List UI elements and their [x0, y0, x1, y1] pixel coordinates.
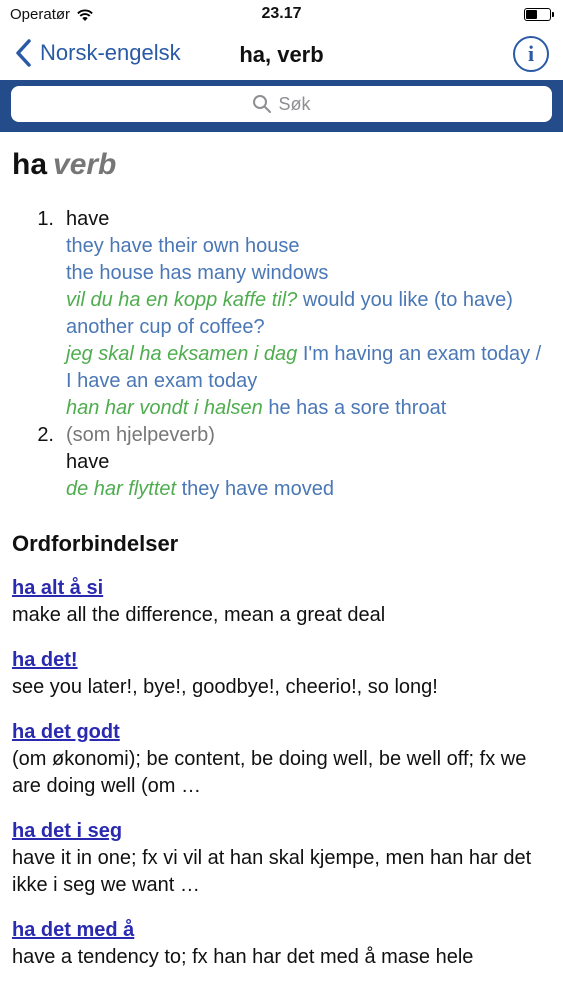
search-input[interactable]: Søk	[11, 86, 552, 122]
example-target: he has a sore throat	[268, 397, 447, 419]
part-of-speech: verb	[53, 148, 117, 181]
status-time: 23.17	[261, 5, 302, 22]
phrase-definition: have it in one; fx vi vil at han skal kj…	[12, 847, 532, 896]
phrase-definition: have a tendency to; fx han har det med å…	[12, 946, 474, 968]
example: they have their own house	[66, 233, 551, 260]
chevron-left-icon	[16, 39, 31, 67]
sense-translation: have	[66, 451, 110, 473]
phrases-section-title: Ordforbindelser	[12, 531, 179, 556]
phrase-item: ha det godt (om økonomi); be content, be…	[12, 719, 551, 800]
phrase-link[interactable]: ha det godt	[12, 719, 120, 746]
phrase-item: ha det med å have a tendency to; fx han …	[12, 917, 551, 971]
phrase-link[interactable]: ha det med å	[12, 917, 134, 944]
example-source: han har vondt i halsen	[66, 397, 263, 419]
phrases-list: ha alt å si make all the difference, mea…	[12, 575, 551, 971]
example: vil du ha en kopp kaffe til? would you l…	[66, 287, 551, 341]
search-icon	[253, 95, 272, 113]
phrase-definition: see you later!, bye!, goodbye!, cheerio!…	[12, 676, 438, 698]
example: han har vondt i halsen he has a sore thr…	[66, 395, 551, 422]
sense-item: 1. have they have their own house the ho…	[12, 206, 551, 422]
battery-icon	[524, 8, 554, 21]
sense-translation: have	[66, 208, 110, 230]
headword: ha verb	[12, 148, 551, 182]
phrase-definition: (om økonomi); be content, be doing well,…	[12, 748, 527, 797]
example-source: vil du ha en kopp kaffe til?	[66, 289, 298, 311]
sense-body: (som hjelpeverb) have de har flyttet the…	[66, 422, 551, 503]
senses-list: 1. have they have their own house the ho…	[12, 206, 551, 503]
nav-bar: Norsk-engelsk ha, verb i	[0, 30, 563, 80]
phrase-item: ha alt å si make all the difference, mea…	[12, 575, 551, 629]
phrase-link[interactable]: ha det!	[12, 647, 78, 674]
search-band: Søk	[0, 80, 563, 132]
entry-content: ha verb 1. have they have their own house…	[0, 132, 563, 971]
back-button[interactable]: Norsk-engelsk	[14, 38, 181, 68]
phrase-link[interactable]: ha det i seg	[12, 818, 122, 845]
status-bar: Operatør 23.17	[0, 0, 563, 30]
battery-indicator	[524, 8, 554, 21]
phrase-link[interactable]: ha alt å si	[12, 575, 103, 602]
example-target: they have moved	[181, 478, 334, 500]
info-button[interactable]: i	[513, 36, 549, 72]
search-placeholder: Søk	[278, 93, 311, 114]
back-button-label: Norsk-engelsk	[40, 40, 181, 65]
example-source: jeg skal ha eksamen i dag	[66, 343, 298, 365]
example: the house has many windows	[66, 260, 551, 287]
info-icon: i	[527, 41, 535, 66]
sense-number: 1.	[37, 208, 54, 230]
example-source: de har flyttet	[66, 478, 177, 500]
battery-fill	[526, 10, 538, 19]
phrase-item: ha det i seg have it in one; fx vi vil a…	[12, 818, 551, 899]
sense-item: 2. (som hjelpeverb) have de har flyttet …	[12, 422, 551, 503]
example: de har flyttet they have moved	[66, 476, 551, 503]
example-target: the house has many windows	[66, 262, 329, 284]
example: jeg skal ha eksamen i dag I'm having an …	[66, 341, 551, 395]
phrase-definition: make all the difference, mean a great de…	[12, 604, 386, 626]
phrase-item: ha det! see you later!, bye!, goodbye!, …	[12, 647, 551, 701]
sense-number: 2.	[37, 424, 54, 446]
headword-text: ha	[12, 148, 48, 181]
sense-note: (som hjelpeverb)	[66, 424, 215, 446]
example-target: they have their own house	[66, 235, 300, 257]
sense-body: have they have their own house the house…	[66, 206, 551, 422]
